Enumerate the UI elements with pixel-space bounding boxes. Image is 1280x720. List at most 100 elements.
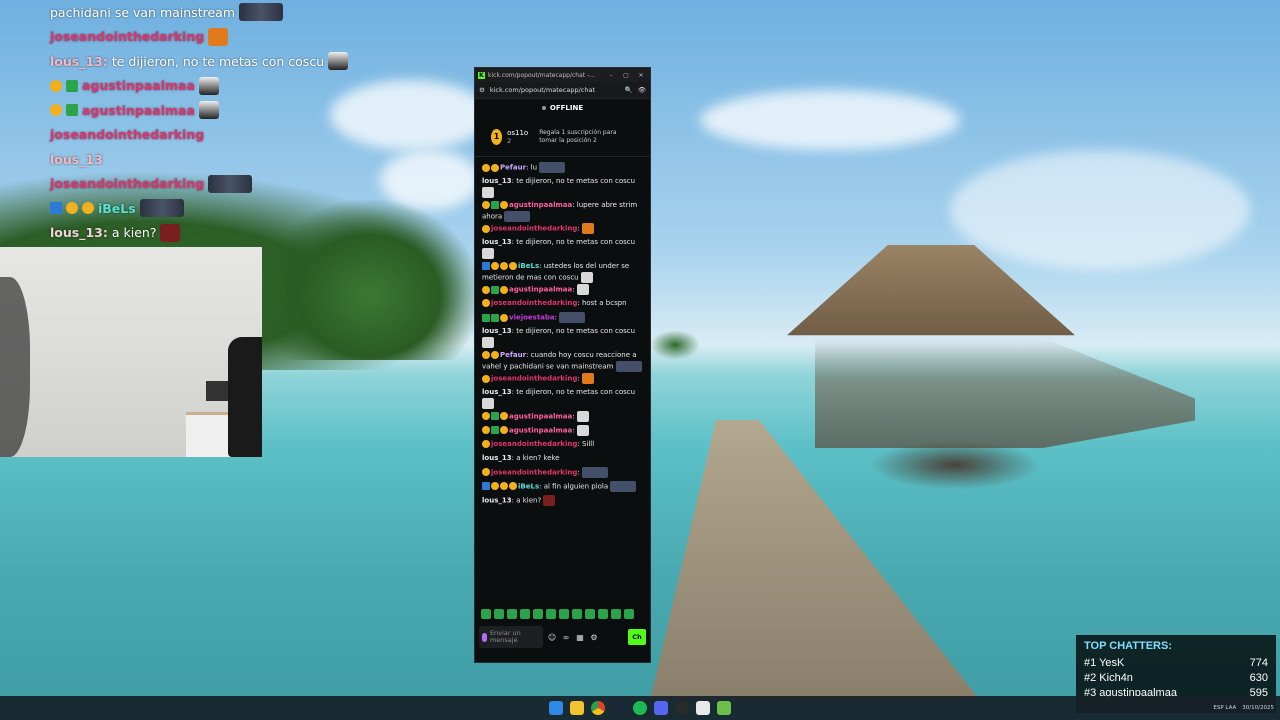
chat-send-button[interactable]: Ch	[628, 629, 646, 645]
chat-username[interactable]: lous_13	[482, 496, 512, 504]
chat-username[interactable]: lous_13	[482, 177, 512, 185]
chat-username[interactable]: agustinpaalmaa	[509, 412, 572, 420]
emote-icon[interactable]	[507, 609, 517, 619]
chat-username[interactable]: iBeLs	[518, 262, 539, 270]
quick-emote-icon[interactable]: ∞	[561, 633, 571, 642]
chrome-icon[interactable]	[591, 701, 605, 715]
chat-username[interactable]: agustinpaalmaa	[509, 426, 572, 434]
eye-icon[interactable]: 👁	[638, 86, 646, 94]
chat-message[interactable]: joseandointhedarking: host a bcspn	[482, 297, 643, 311]
chat-username[interactable]: joseandointhedarking	[491, 440, 577, 448]
overlay-chat-line: lous_13: te dijieron, no te metas con cos…	[50, 49, 370, 74]
settings-gear-icon[interactable]: ⚙	[589, 633, 599, 642]
tray-language[interactable]: ESP LAA	[1213, 705, 1236, 712]
chat-message[interactable]: viejoestaba:	[482, 311, 643, 325]
emote-icon[interactable]	[533, 609, 543, 619]
top-chatter-name: #2 Kich4n	[1084, 672, 1133, 684]
chat-message[interactable]: lous_13: te dijieron, no te metas con co…	[482, 325, 643, 349]
windows-taskbar[interactable]: ESP LAA 30/10/2025	[0, 696, 1280, 720]
emote-icon	[482, 398, 494, 409]
chat-message[interactable]: lous_13: te dijieron, no te metas con co…	[482, 386, 643, 410]
emote-icon[interactable]	[598, 609, 608, 619]
app-icon[interactable]	[717, 701, 731, 715]
chat-username[interactable]: lous_13	[482, 454, 512, 462]
chat-username[interactable]: lous_13	[482, 238, 512, 246]
user-badge-icon	[491, 200, 499, 209]
chat-username[interactable]: viejoestaba	[509, 314, 555, 322]
user-badge-icon	[491, 482, 499, 490]
url-text[interactable]: kick.com/popout/matecapp/chat	[490, 86, 620, 94]
mic-icon[interactable]	[482, 632, 487, 642]
file-explorer-icon[interactable]	[570, 701, 584, 715]
minimize-button[interactable]: –	[605, 72, 617, 79]
chat-message[interactable]: lous_13: te dijieron, no te metas con co…	[482, 236, 643, 260]
zoom-icon[interactable]: 🔍	[625, 86, 633, 94]
chat-username[interactable]: agustinpaalmaa	[509, 201, 572, 209]
chat-message[interactable]: iBeLs: ustedes los del under se metieron…	[482, 260, 643, 284]
chat-message[interactable]: Pefaur: lu	[482, 161, 643, 175]
chat-message[interactable]: joseandointhedarking:	[482, 222, 643, 236]
chat-username[interactable]: Pefaur	[500, 164, 526, 172]
emote-icon[interactable]	[585, 609, 595, 619]
chat-message[interactable]: lous_13: a kien?	[482, 494, 643, 508]
kick-chat-popout-window[interactable]: K kick.com/popout/matecapp/chat -... – ▢…	[474, 67, 651, 663]
chat-username[interactable]: joseandointhedarking	[491, 225, 577, 233]
gift-sub-prompt[interactable]: Regala 1 suscripción para tomar la posic…	[539, 129, 634, 145]
chat-input-placeholder[interactable]: Enviar un mensaje	[490, 630, 540, 644]
emote-icon[interactable]	[559, 609, 569, 619]
chat-message[interactable]: iBeLs: al fin alguien piola	[482, 480, 643, 494]
chat-username[interactable]: joseandointhedarking	[491, 299, 577, 307]
emote-icon[interactable]	[572, 609, 582, 619]
maximize-button[interactable]: ▢	[620, 72, 632, 79]
chat-username[interactable]: iBeLs	[518, 482, 539, 490]
address-bar[interactable]: ⚙ kick.com/popout/matecapp/chat 🔍 👁	[475, 82, 650, 99]
emote-icon[interactable]	[481, 609, 491, 619]
chat-username[interactable]: joseandointhedarking	[491, 468, 577, 476]
emote-icon[interactable]	[494, 609, 504, 619]
system-tray[interactable]: ESP LAA 30/10/2025	[1213, 696, 1274, 720]
steam-icon[interactable]	[612, 701, 626, 715]
chat-message[interactable]: lous_13: te dijieron, no te metas con co…	[482, 175, 643, 199]
windows-start-icon[interactable]	[549, 701, 563, 715]
emoji-icon[interactable]: ☺	[547, 633, 557, 642]
obs-icon[interactable]	[675, 701, 689, 715]
rank-badge: 1	[491, 128, 503, 145]
chat-input-row[interactable]: Enviar un mensaje ☺ ∞ ▦ ⚙ Ch	[475, 623, 650, 651]
chat-message[interactable]: agustinpaalmaa: lupere abre strim ahora	[482, 199, 643, 223]
emote-quick-bar[interactable]	[475, 605, 650, 623]
chat-username[interactable]: agustinpaalmaa	[509, 286, 572, 294]
emote-icon[interactable]	[546, 609, 556, 619]
chat-username[interactable]: Pefaur	[500, 351, 526, 359]
window-titlebar[interactable]: K kick.com/popout/matecapp/chat -... – ▢…	[475, 68, 650, 82]
chat-message[interactable]: joseandointhedarking:	[482, 466, 643, 480]
chat-messages[interactable]: Pefaur: lu lous_13: te dijieron, no te m…	[475, 157, 650, 605]
chat-username[interactable]: joseandointhedarking	[491, 375, 577, 383]
overlay-username: joseandointhedarking	[50, 127, 205, 143]
chat-username[interactable]: lous_13	[482, 388, 512, 396]
discord-icon[interactable]	[654, 701, 668, 715]
chat-message[interactable]: joseandointhedarking: Silll	[482, 438, 643, 452]
app-icon[interactable]	[696, 701, 710, 715]
overlay-chat-line: iBeLs	[50, 196, 370, 221]
overlay-chat-line: agustinpaalmaa	[50, 74, 370, 99]
emote-icon[interactable]	[520, 609, 530, 619]
chat-message[interactable]: agustinpaalmaa:	[482, 283, 643, 297]
top-gifter-name: os11o	[507, 128, 529, 137]
chat-message[interactable]: agustinpaalmaa:	[482, 424, 643, 438]
close-button[interactable]: ✕	[635, 72, 647, 79]
tray-clock[interactable]: 30/10/2025	[1242, 705, 1274, 712]
chat-input[interactable]: Enviar un mensaje	[479, 626, 543, 648]
sub-leaderboard[interactable]: 1 os11o 2 Regala 1 suscripción para toma…	[475, 117, 650, 157]
chat-message[interactable]: lous_13: a kien? keke	[482, 452, 643, 466]
chat-message[interactable]: joseandointhedarking:	[482, 372, 643, 386]
spotify-icon[interactable]	[633, 701, 647, 715]
chat-username[interactable]: lous_13	[482, 327, 512, 335]
overlay-username: joseandointhedarking	[50, 176, 205, 192]
chat-message[interactable]: Pefaur: cuando hoy coscu reaccione a vah…	[482, 349, 643, 373]
site-settings-icon[interactable]: ⚙	[479, 86, 485, 94]
emote-icon[interactable]	[611, 609, 621, 619]
user-badge-icon	[500, 261, 508, 270]
gift-icon[interactable]: ▦	[575, 633, 585, 642]
emote-icon[interactable]	[624, 609, 634, 619]
chat-message[interactable]: agustinpaalmaa:	[482, 410, 643, 424]
